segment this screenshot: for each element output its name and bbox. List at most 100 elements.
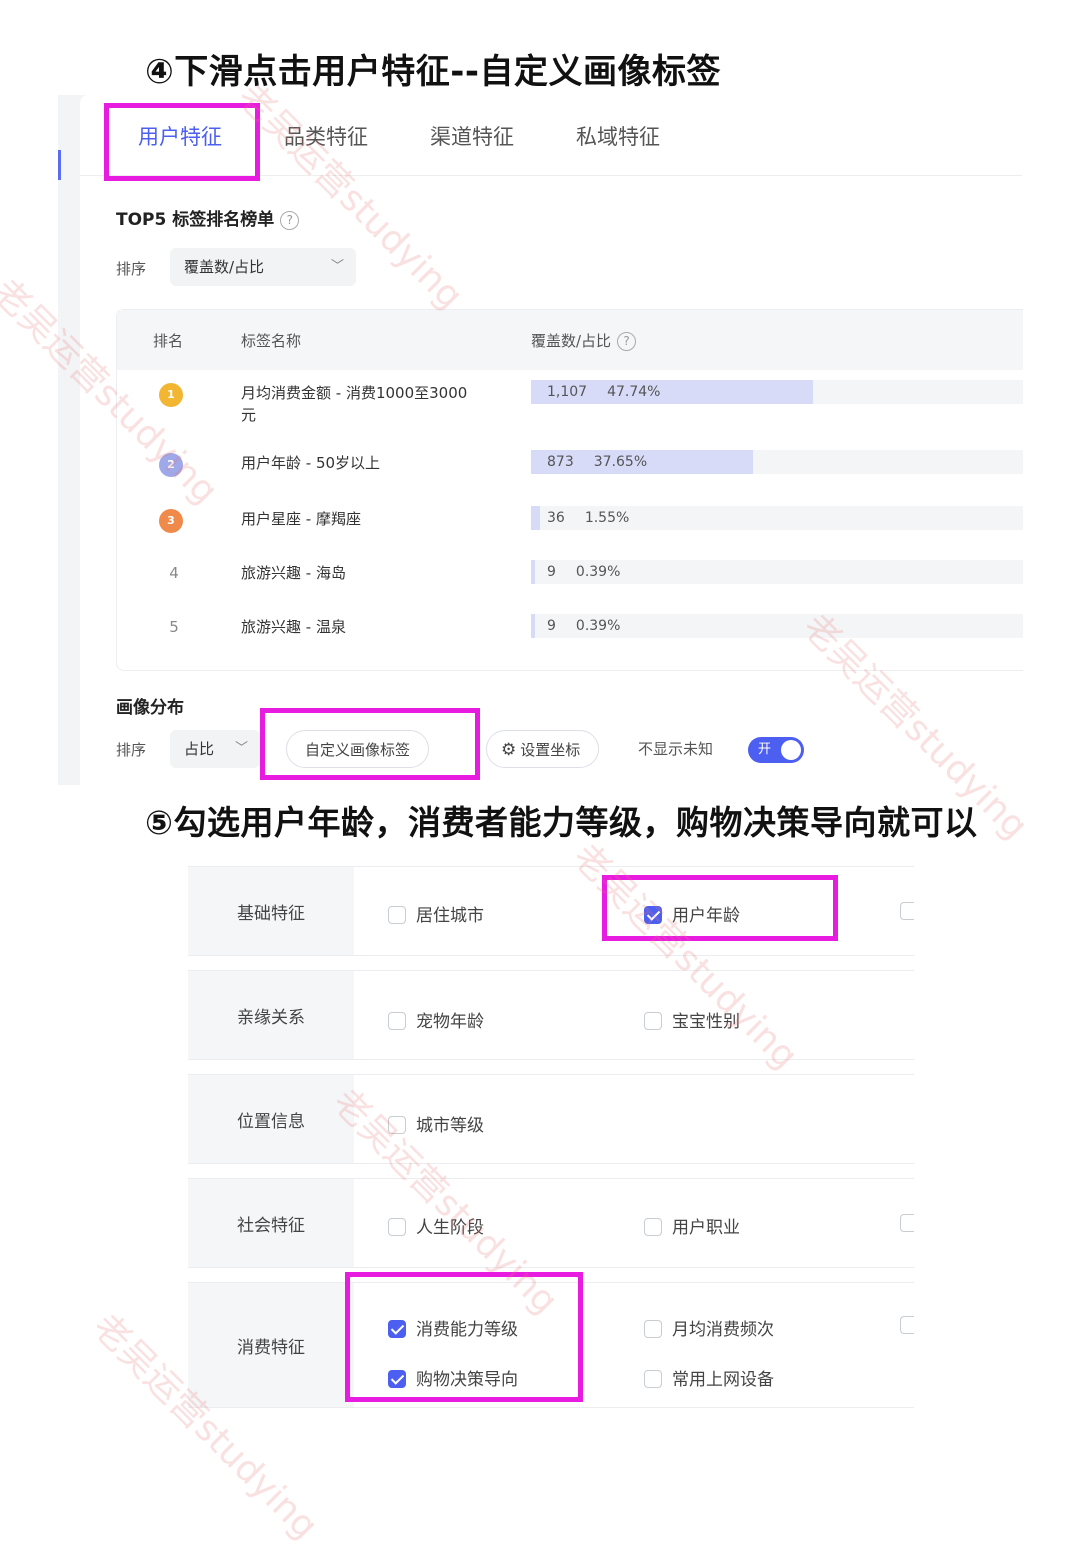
group-label: 消费特征 xyxy=(188,1283,354,1407)
table-row: 1 月均消费金额 - 消费1000至3000元 1,107 47.74% xyxy=(117,380,1023,430)
chevron-down-icon: ﹀ xyxy=(234,741,248,756)
bronze-medal-icon: 3 xyxy=(159,509,183,533)
table-row: 4 旅游兴趣 - 海岛 9 0.39% xyxy=(117,560,1023,610)
toggle-knob xyxy=(781,740,801,760)
option-monthly-frequency[interactable]: 月均消费频次 xyxy=(644,1315,774,1340)
help-icon[interactable]: ? xyxy=(617,332,637,351)
header-coverage: 覆盖数/占比? xyxy=(531,330,637,351)
option-baby-gender[interactable]: 宝宝性别 xyxy=(644,1007,740,1032)
tab-private-features[interactable]: 私域特征 xyxy=(576,121,660,151)
option-city-level[interactable]: 城市等级 xyxy=(388,1111,484,1136)
coverage-bar-fill xyxy=(531,506,541,530)
coverage-value: 873 37.65% xyxy=(547,450,667,474)
checkbox[interactable] xyxy=(644,1320,662,1338)
portrait-sort-select[interactable]: 占比 ﹀ xyxy=(170,730,260,768)
coverage-count: 873 xyxy=(547,454,574,470)
option-label: 人生阶段 xyxy=(416,1218,484,1238)
option-label: 月均消费频次 xyxy=(672,1320,774,1340)
coverage-value: 1,107 47.74% xyxy=(547,380,680,404)
top5-table: 排名 标签名称 覆盖数/占比? 1 月均消费金额 - 消费1000至3000元 1,… xyxy=(116,309,1023,671)
coverage-bar: 36 1.55% xyxy=(531,506,1023,530)
highlight-custom-tag-button xyxy=(260,708,480,780)
rank-number: 4 xyxy=(169,564,179,582)
coverage-count: 9 xyxy=(547,564,556,580)
coverage-count: 1,107 xyxy=(547,384,588,400)
tab-category-features[interactable]: 品类特征 xyxy=(284,121,368,151)
option-label: 用户职业 xyxy=(672,1218,740,1238)
coverage-value: 36 1.55% xyxy=(547,506,649,530)
checkbox[interactable] xyxy=(644,1218,662,1236)
group-label: 位置信息 xyxy=(188,1075,354,1163)
coverage-bar: 1,107 47.74% xyxy=(531,380,1023,404)
coverage-percent: 0.39% xyxy=(575,618,621,634)
group-location: 位置信息 城市等级 xyxy=(188,1074,914,1164)
group-kinship: 亲缘关系 宠物年龄 宝宝性别 xyxy=(188,970,914,1060)
portrait-sort-label: 排序 xyxy=(116,741,147,759)
side-accent-bar xyxy=(58,150,61,180)
gold-medal-icon: 1 xyxy=(159,383,183,407)
profile-panel: 用户特征 品类特征 渠道特征 私域特征 TOP5 标签排名榜单? 排序 覆盖数/… xyxy=(58,95,1023,785)
checkbox[interactable] xyxy=(388,906,406,924)
highlight-consumption-options xyxy=(345,1272,583,1402)
tag-name: 用户星座 - 摩羯座 xyxy=(241,510,361,528)
sort-label: 排序 xyxy=(116,260,147,278)
toggle-text: 开 xyxy=(758,742,772,757)
help-icon[interactable]: ? xyxy=(280,211,300,230)
highlight-user-age xyxy=(602,875,838,941)
tag-name: 旅游兴趣 - 温泉 xyxy=(241,618,346,636)
checkbox[interactable] xyxy=(388,1218,406,1236)
header-tag-name: 标签名称 xyxy=(241,332,302,350)
checkbox-partial[interactable] xyxy=(900,1316,914,1334)
option-occupation[interactable]: 用户职业 xyxy=(644,1213,740,1238)
tab-channel-features[interactable]: 渠道特征 xyxy=(430,121,514,151)
step4-title: ④下滑点击用户特征--自定义画像标签 xyxy=(145,52,722,92)
tag-name: 用户年龄 - 50岁以上 xyxy=(241,454,381,472)
coverage-bar: 873 37.65% xyxy=(531,450,1023,474)
tag-name: 月均消费金额 - 消费1000至3000元 xyxy=(241,384,468,424)
portrait-sort-value: 占比 xyxy=(184,740,215,758)
coverage-percent: 1.55% xyxy=(584,510,630,526)
coverage-bar: 9 0.39% xyxy=(531,560,1023,584)
portrait-title: 画像分布 xyxy=(116,698,184,718)
option-pet-age[interactable]: 宠物年龄 xyxy=(388,1007,484,1032)
gear-icon: ⚙ xyxy=(501,740,517,760)
group-label: 亲缘关系 xyxy=(188,971,354,1059)
option-common-device[interactable]: 常用上网设备 xyxy=(644,1365,774,1390)
top5-sort-select[interactable]: 覆盖数/占比 ﹀ xyxy=(170,248,356,286)
option-residence-city[interactable]: 居住城市 xyxy=(388,901,484,926)
highlight-user-features-tab xyxy=(104,103,260,181)
option-label: 常用上网设备 xyxy=(672,1370,774,1390)
coverage-bar: 9 0.39% xyxy=(531,614,1023,638)
table-row: 5 旅游兴趣 - 温泉 9 0.39% xyxy=(117,614,1023,664)
checkbox[interactable] xyxy=(644,1012,662,1030)
coverage-percent: 47.74% xyxy=(607,384,661,400)
option-label: 宝宝性别 xyxy=(672,1012,740,1032)
table-row: 3 用户星座 - 摩羯座 36 1.55% xyxy=(117,506,1023,556)
checkbox-partial[interactable] xyxy=(900,1214,914,1232)
profile-panel-content: 用户特征 品类特征 渠道特征 私域特征 TOP5 标签排名榜单? 排序 覆盖数/… xyxy=(80,95,1023,785)
tag-name: 旅游兴趣 - 海岛 xyxy=(241,564,346,582)
coverage-count: 36 xyxy=(547,510,565,526)
hide-unknown-toggle[interactable]: 开 xyxy=(748,737,804,763)
set-axis-label: 设置坐标 xyxy=(520,741,581,759)
checkbox-partial[interactable] xyxy=(900,902,914,920)
coverage-bar-fill xyxy=(531,614,535,638)
group-social: 社会特征 人生阶段 用户职业 xyxy=(188,1178,914,1268)
checkbox[interactable] xyxy=(388,1012,406,1030)
checkbox[interactable] xyxy=(388,1116,406,1134)
header-rank: 排名 xyxy=(153,332,184,350)
rank-number: 5 xyxy=(169,618,179,636)
hide-unknown-label: 不显示未知 xyxy=(638,740,714,758)
option-life-stage[interactable]: 人生阶段 xyxy=(388,1213,484,1238)
group-label: 社会特征 xyxy=(188,1179,354,1267)
checkbox[interactable] xyxy=(644,1370,662,1388)
table-row: 2 用户年龄 - 50岁以上 873 37.65% xyxy=(117,450,1023,500)
group-label: 基础特征 xyxy=(188,867,354,955)
table-header: 排名 标签名称 覆盖数/占比? xyxy=(117,310,1023,370)
set-axis-button[interactable]: ⚙ 设置坐标 xyxy=(486,730,600,768)
option-label: 居住城市 xyxy=(416,906,484,926)
coverage-count: 9 xyxy=(547,618,556,634)
top5-title-text: TOP5 标签排名榜单 xyxy=(116,210,275,230)
chevron-down-icon: ﹀ xyxy=(330,259,344,274)
step5-title: ⑤勾选用户年龄，消费者能力等级，购物决策导向就可以 xyxy=(145,803,978,842)
